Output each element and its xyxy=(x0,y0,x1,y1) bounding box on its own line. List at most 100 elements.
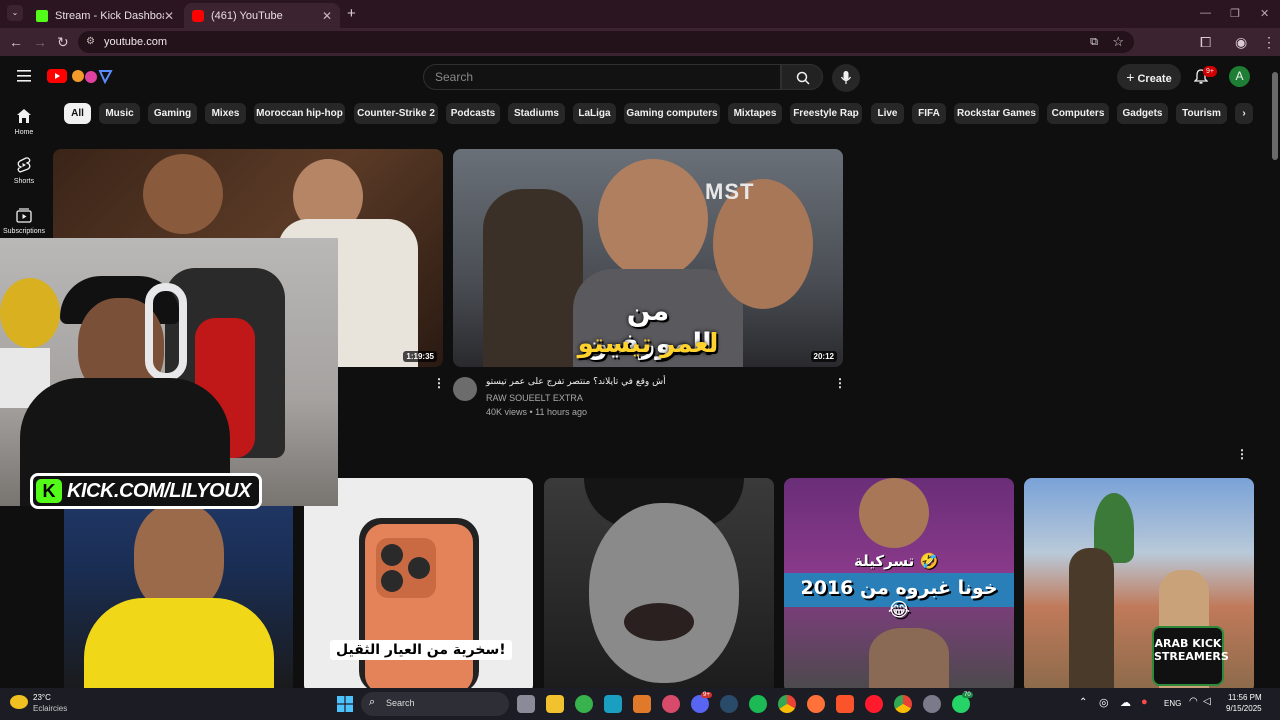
create-button[interactable]: + Create xyxy=(1117,64,1181,90)
video-options-icon[interactable]: ⋮ xyxy=(834,376,846,390)
chip-gadgets[interactable]: Gadgets xyxy=(1117,103,1168,124)
steam-icon[interactable] xyxy=(720,695,738,713)
scrollbar-thumb[interactable] xyxy=(1272,72,1278,160)
short-thumbnail[interactable]: تسركيلة 🤣 خونا غبروه من 2016 😂 xyxy=(784,478,1014,693)
youtube-header: Search + Create 9+ A xyxy=(0,56,1280,96)
chip-laliga[interactable]: LaLiga xyxy=(573,103,616,124)
short-caption: سخرية من العيار الثقيل! xyxy=(330,640,512,660)
settings-icon[interactable] xyxy=(923,695,941,713)
close-tab-icon[interactable]: ✕ xyxy=(322,9,332,23)
youtube-favicon-icon xyxy=(192,9,204,22)
windows-start-icon[interactable] xyxy=(337,696,353,712)
short-thumbnail[interactable]: ARAB KICK STREAMERS xyxy=(1024,478,1254,693)
restore-icon[interactable]: ❐ xyxy=(1230,7,1240,20)
taskbar-search-box[interactable]: ⌕ Search xyxy=(361,692,509,716)
section-options-icon[interactable]: ⋮ xyxy=(1236,447,1248,461)
chip-computers[interactable]: Computers xyxy=(1047,103,1109,124)
tray-overflow-icon[interactable]: ⌃ xyxy=(1079,697,1087,708)
chip-tourism[interactable]: Tourism xyxy=(1176,103,1227,124)
sidebar-item-shorts[interactable]: Shorts xyxy=(0,157,48,185)
forward-icon[interactable]: → xyxy=(33,34,47,50)
chip-music[interactable]: Music xyxy=(99,103,140,124)
chip-counter-strike-2[interactable]: Counter-Strike 2 xyxy=(354,103,438,124)
short-thumbnail[interactable] xyxy=(544,478,774,693)
watermark-logo: ARAB KICK STREAMERS xyxy=(1152,626,1229,686)
tray-app-icon[interactable]: ◎ xyxy=(1099,696,1109,709)
minimize-icon[interactable]: — xyxy=(1200,7,1211,19)
spotify-icon[interactable] xyxy=(749,695,767,713)
tab-list-dropdown-icon[interactable]: ⌄ xyxy=(7,5,23,21)
opera-icon[interactable] xyxy=(865,695,883,713)
video-options-icon[interactable]: ⋮ xyxy=(433,376,445,390)
back-icon[interactable]: ← xyxy=(9,34,23,50)
weather-icon xyxy=(10,695,28,709)
new-tab-icon[interactable]: + xyxy=(347,5,356,22)
channel-name[interactable]: RAW SOUEELT EXTRA xyxy=(486,393,583,403)
profile-icon[interactable]: ◉ xyxy=(1235,34,1247,50)
chip-mixtapes[interactable]: Mixtapes xyxy=(728,103,782,124)
search-input[interactable]: Search xyxy=(423,64,781,90)
video-thumbnail[interactable]: MST من المورفين لعمر تيستو 20:12 xyxy=(453,149,843,367)
app-icon[interactable] xyxy=(633,695,651,713)
address-bar[interactable]: ⚙ youtube.com ☆ ⧉ xyxy=(78,31,1134,53)
clock-time[interactable]: 11:56 PM xyxy=(1228,693,1262,702)
sidebar-item-subscriptions[interactable]: Subscriptions xyxy=(0,207,48,235)
tab-title: (461) YouTube xyxy=(211,9,283,22)
chip-all[interactable]: All xyxy=(64,103,91,124)
store-icon[interactable] xyxy=(604,695,622,713)
url-text: youtube.com xyxy=(104,36,167,48)
youtube-logo-icon[interactable] xyxy=(47,68,115,84)
chip-podcasts[interactable]: Podcasts xyxy=(446,103,500,124)
home-icon xyxy=(17,109,31,123)
chip-moroccan-hip-hop[interactable]: Moroccan hip-hop xyxy=(254,103,345,124)
wifi-icon[interactable]: ◠ xyxy=(1189,696,1198,707)
onedrive-icon[interactable]: ☁ xyxy=(1120,696,1131,709)
chip-live[interactable]: Live xyxy=(871,103,904,124)
clock-date[interactable]: 9/15/2025 xyxy=(1226,704,1262,713)
reload-icon[interactable]: ↻ xyxy=(57,34,69,50)
avatar[interactable]: A xyxy=(1229,66,1250,87)
channel-avatar[interactable] xyxy=(453,377,477,401)
file-explorer-icon[interactable] xyxy=(546,695,564,713)
brave-icon[interactable] xyxy=(836,695,854,713)
chrome-icon[interactable] xyxy=(778,695,796,713)
extensions-icon[interactable]: ⧠ xyxy=(1200,34,1211,50)
voice-search-button[interactable] xyxy=(832,64,860,92)
sidebar-item-home[interactable]: Home xyxy=(0,108,48,136)
chips-next-button[interactable]: › xyxy=(1235,103,1253,124)
bookmark-star-icon[interactable]: ☆ xyxy=(1112,31,1124,53)
tab-youtube[interactable]: (461) YouTube ✕ xyxy=(184,3,340,28)
weather-widget[interactable]: 23°C Eclaircies xyxy=(10,691,100,717)
site-info-icon[interactable]: ⚙ xyxy=(86,31,95,53)
chip-freestyle-rap[interactable]: Freestyle Rap xyxy=(790,103,862,124)
chip-gaming-computers[interactable]: Gaming computers xyxy=(624,103,720,124)
language-indicator[interactable]: ENG xyxy=(1164,699,1181,708)
window-close-icon[interactable]: ✕ xyxy=(1260,7,1269,20)
subscriptions-icon xyxy=(16,208,32,223)
short-thumbnail[interactable]: سخرية من العيار الثقيل! xyxy=(304,478,533,693)
chip-rockstar-games[interactable]: Rockstar Games xyxy=(954,103,1039,124)
tab-kick-dashboard[interactable]: Stream - Kick Dashboard ✕ xyxy=(28,3,182,28)
video-title[interactable]: أش وقع في تايلاند؟ منتصر تفرج على عمر تي… xyxy=(486,377,666,387)
page-scrollbar[interactable] xyxy=(1272,60,1278,688)
notification-count-badge: 9+ xyxy=(1203,66,1217,77)
task-view-icon[interactable] xyxy=(517,695,535,713)
chip-gaming[interactable]: Gaming xyxy=(148,103,197,124)
webcam-overlay xyxy=(0,238,338,506)
chip-stadiums[interactable]: Stadiums xyxy=(508,103,565,124)
kick-favicon-icon xyxy=(36,9,48,22)
hamburger-menu-icon[interactable] xyxy=(17,70,31,82)
volume-icon[interactable]: ◁ xyxy=(1203,696,1211,707)
photos-icon[interactable] xyxy=(662,695,680,713)
menu-icon[interactable]: ⋮ xyxy=(1262,34,1276,50)
cast-icon[interactable]: ⧉ xyxy=(1090,31,1098,53)
chip-mixes[interactable]: Mixes xyxy=(205,103,246,124)
chip-fifa[interactable]: FIFA xyxy=(912,103,946,124)
close-tab-icon[interactable]: ✕ xyxy=(164,9,174,23)
firefox-icon[interactable] xyxy=(807,695,825,713)
xbox-icon[interactable] xyxy=(575,695,593,713)
chrome-profile-icon[interactable] xyxy=(894,695,912,713)
microphone-muted-icon[interactable]: ● xyxy=(1141,696,1148,708)
short-thumbnail[interactable] xyxy=(64,478,293,693)
search-button[interactable] xyxy=(781,64,823,90)
